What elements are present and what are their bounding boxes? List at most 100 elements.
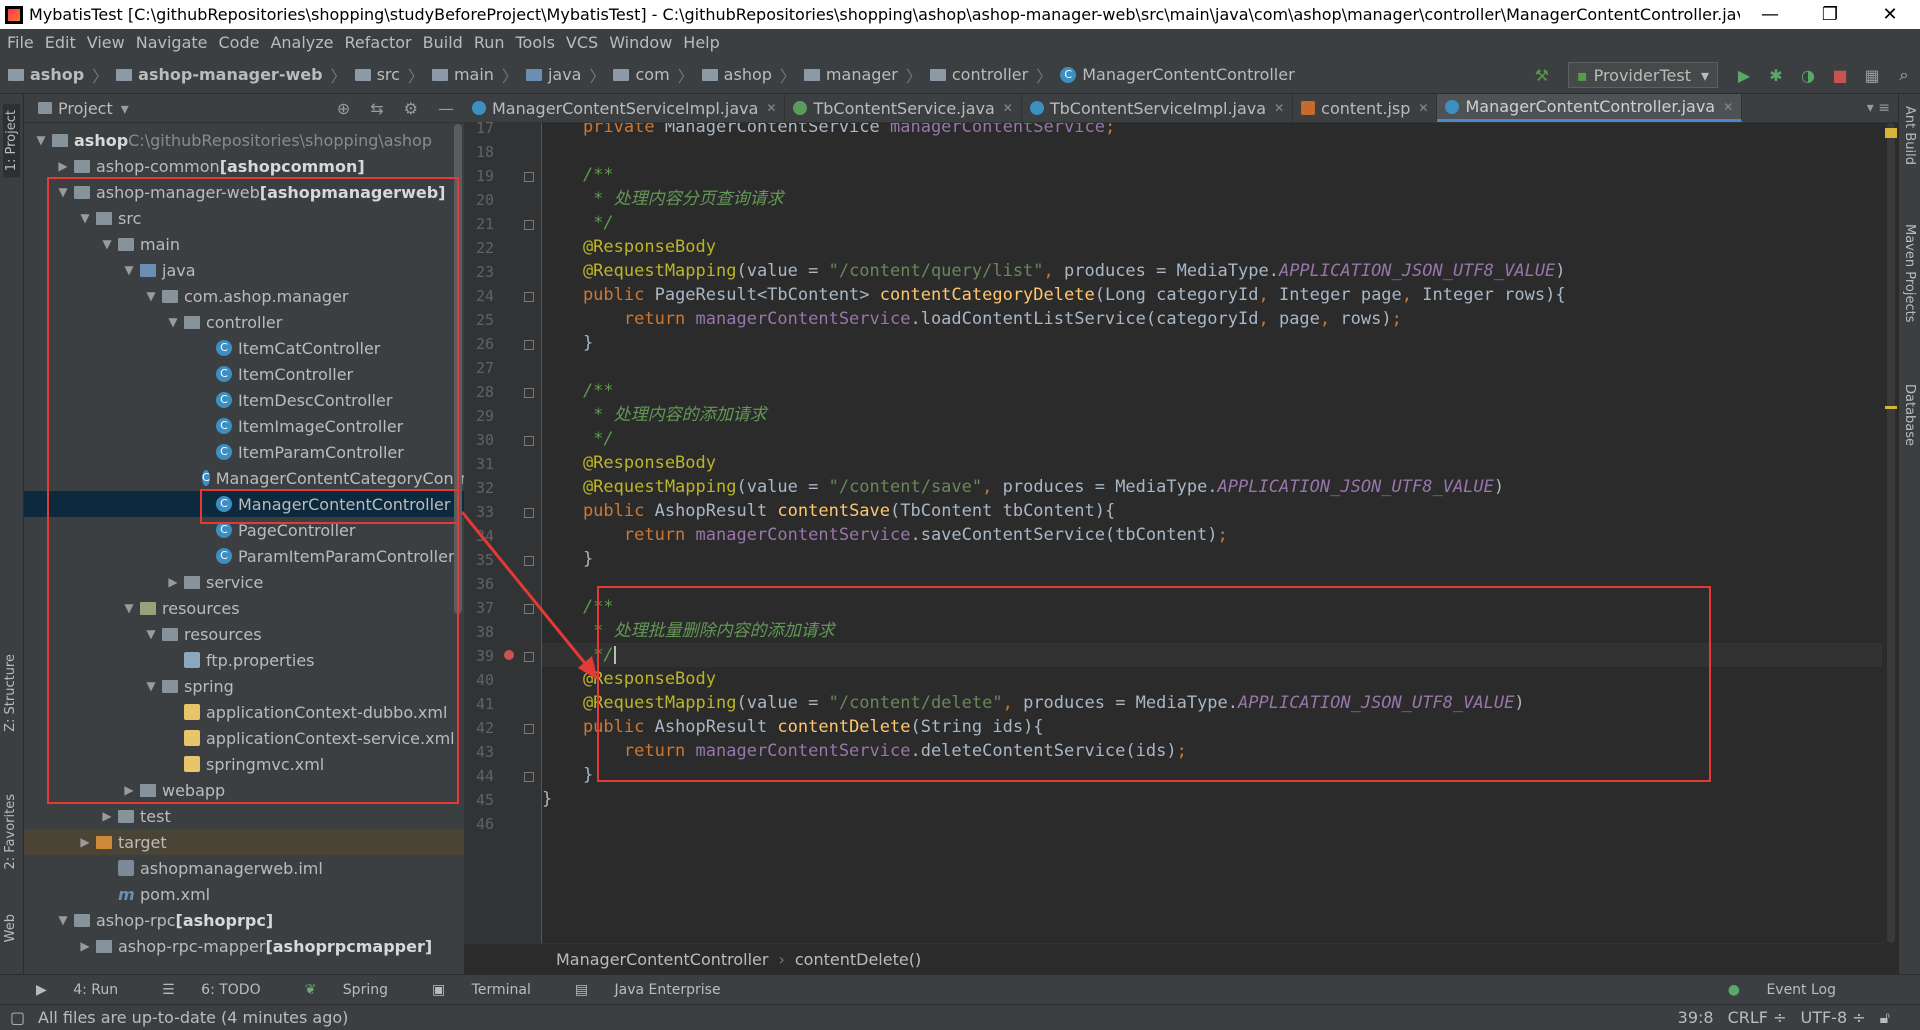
expand-down-icon[interactable]: ▼ — [78, 211, 92, 225]
code-line[interactable]: return managerContentService.deleteConte… — [542, 739, 1882, 763]
menu-help[interactable]: Help — [683, 33, 719, 52]
tree-node[interactable]: ▼ ashop-rpc [ashoprpc] — [24, 907, 464, 933]
fold-marker-icon[interactable] — [524, 772, 534, 782]
gear-icon[interactable]: ⚙ — [404, 99, 418, 118]
expand-down-icon[interactable]: ▼ — [56, 913, 70, 927]
tree-node[interactable]: C ItemCatController — [24, 335, 464, 361]
code-line[interactable]: */ — [542, 211, 1882, 235]
menu-view[interactable]: View — [87, 33, 125, 52]
code-line[interactable]: @ResponseBody — [542, 451, 1882, 475]
code-line[interactable] — [542, 139, 1882, 163]
code-line[interactable]: @RequestMapping(value = "/content/query/… — [542, 259, 1882, 283]
editor-scrollbar[interactable] — [1882, 123, 1898, 943]
tree-node[interactable]: ▶ test — [24, 803, 464, 829]
spring-tool-button[interactable]: ❦ Spring — [305, 982, 410, 998]
expand-down-icon[interactable]: ▼ — [100, 237, 114, 251]
fold-marker-icon[interactable] — [524, 556, 534, 566]
tree-node[interactable]: ▼ com.ashop.manager — [24, 283, 464, 309]
code-line[interactable] — [542, 571, 1882, 595]
menu-run[interactable]: Run — [474, 33, 505, 52]
menu-tools[interactable]: Tools — [516, 33, 555, 52]
tree-node[interactable]: ▼ controller — [24, 309, 464, 335]
fold-marker-icon[interactable] — [524, 508, 534, 518]
code-line[interactable]: /** — [542, 379, 1882, 403]
code-line[interactable]: public PageResult<TbContent> contentCate… — [542, 283, 1882, 307]
tree-node[interactable]: ▼ resources — [24, 621, 464, 647]
expand-down-icon[interactable]: ▼ — [122, 601, 136, 615]
tree-node[interactable]: ▶ target — [24, 829, 464, 855]
tree-node[interactable]: ▼ src — [24, 205, 464, 231]
tab-structure[interactable]: Z: Structure — [3, 654, 18, 732]
menu-code[interactable]: Code — [219, 33, 260, 52]
editor-tab[interactable]: TbContentServiceImpl.java ✕ — [1022, 94, 1294, 122]
tree-node[interactable]: C ItemDescController — [24, 387, 464, 413]
run-tool-button[interactable]: ▶ 4: Run — [36, 982, 140, 998]
project-scrollbar[interactable] — [454, 124, 462, 614]
expand-right-icon[interactable]: ▶ — [122, 783, 136, 797]
breadcrumb-controller[interactable]: controller 〉 — [929, 63, 1052, 87]
project-panel-title[interactable]: Project — [58, 99, 113, 118]
code-line[interactable]: @ResponseBody — [542, 667, 1882, 691]
fold-marker-icon[interactable] — [524, 604, 534, 614]
editor-tab[interactable]: TbContentService.java ✕ — [785, 94, 1022, 122]
debug-icon[interactable]: ✱ — [1765, 64, 1787, 86]
hide-icon[interactable]: — — [438, 99, 454, 118]
menu-analyze[interactable]: Analyze — [270, 33, 333, 52]
breadcrumb-main[interactable]: main 〉 — [431, 63, 518, 87]
fold-marker-icon[interactable] — [524, 724, 534, 734]
terminal-tool-button[interactable]: ▣ Terminal — [432, 982, 553, 998]
tree-node[interactable]: applicationContext-dubbo.xml — [24, 699, 464, 725]
menu-edit[interactable]: Edit — [45, 33, 76, 52]
tree-node[interactable]: ▼ resources — [24, 595, 464, 621]
project-structure-icon[interactable]: ▦ — [1861, 64, 1883, 86]
collapse-all-icon[interactable]: ⇆ — [370, 99, 383, 118]
tab-web[interactable]: Web — [3, 914, 18, 942]
tree-node[interactable]: springmvc.xml — [24, 751, 464, 777]
tree-node[interactable]: m pom.xml — [24, 881, 464, 907]
breadcrumb-manager[interactable]: manager 〉 — [803, 63, 922, 87]
tab-ant-build[interactable]: Ant Build — [1902, 106, 1917, 165]
tree-node[interactable]: C ManagerContentCategoryContr — [24, 465, 464, 491]
tree-node[interactable]: ▼ spring — [24, 673, 464, 699]
run-config-select[interactable]: ▪ ProviderTest ▾ — [1567, 62, 1718, 88]
fold-marker-icon[interactable] — [524, 340, 534, 350]
tree-node[interactable]: ▼ ashop-manager-web [ashopmanagerweb] — [24, 179, 464, 205]
expand-right-icon[interactable]: ▶ — [78, 939, 92, 953]
editor-breadcrumb-method[interactable]: contentDelete() — [795, 950, 921, 969]
tree-node[interactable]: ▼ main — [24, 231, 464, 257]
fold-marker-icon[interactable] — [524, 172, 534, 182]
tree-node[interactable]: ashopmanagerweb.iml — [24, 855, 464, 881]
code-line[interactable]: return managerContentService.saveContent… — [542, 523, 1882, 547]
code-line[interactable]: * 处理批量删除内容的添加请求 — [542, 619, 1882, 643]
close-button[interactable]: ✕ — [1860, 4, 1920, 25]
breadcrumb-ashop-pkg[interactable]: ashop 〉 — [701, 63, 796, 87]
menu-refactor[interactable]: Refactor — [345, 33, 412, 52]
menu-navigate[interactable]: Navigate — [136, 33, 208, 52]
code-line[interactable]: * 处理内容分页查询请求 — [542, 187, 1882, 211]
code-line[interactable]: /** — [542, 163, 1882, 187]
tree-node[interactable]: applicationContext-service.xml — [24, 725, 464, 751]
error-stripe-marker[interactable] — [1885, 406, 1897, 409]
expand-right-icon[interactable]: ▶ — [78, 835, 92, 849]
restore-button[interactable]: ❐ — [1800, 4, 1860, 25]
warning-marker[interactable] — [1885, 128, 1897, 138]
file-encoding[interactable]: UTF-8 ÷ — [1800, 1008, 1865, 1028]
expand-down-icon[interactable]: ▼ — [56, 185, 70, 199]
lock-icon[interactable]: 🔓︎ — [1880, 1008, 1890, 1028]
tree-node[interactable]: ▼ ashop C:\githubRepositories\shopping\as… — [24, 127, 464, 153]
caret-position[interactable]: 39:8 — [1678, 1008, 1714, 1028]
code-line[interactable]: } — [542, 331, 1882, 355]
breadcrumb-ashop[interactable]: ashop 〉 — [8, 63, 108, 87]
search-icon[interactable]: ⌕ — [1893, 64, 1915, 86]
tab-project[interactable]: 1: Project — [3, 104, 20, 178]
code-line[interactable]: return managerContentService.loadContent… — [542, 307, 1882, 331]
tab-favorites[interactable]: 2: Favorites — [3, 794, 18, 870]
code-line[interactable]: public AshopResult contentDelete(String … — [542, 715, 1882, 739]
code-line[interactable]: private ManagerContentService managerCon… — [542, 123, 1882, 139]
breadcrumb-java[interactable]: java 〉 — [525, 63, 605, 87]
tree-node[interactable]: ftp.properties — [24, 647, 464, 673]
scrollbar-thumb[interactable] — [1887, 123, 1895, 943]
tree-node[interactable]: ▶ service — [24, 569, 464, 595]
coverage-icon[interactable]: ◑ — [1797, 64, 1819, 86]
code-line[interactable]: */ — [542, 643, 1882, 667]
